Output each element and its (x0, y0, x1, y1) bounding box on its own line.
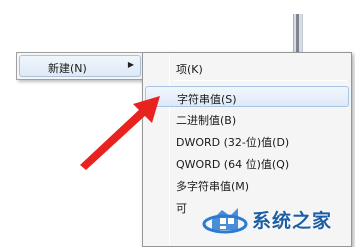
annotation-arrow-shaft (80, 108, 147, 170)
watermark: 系统之家 (196, 196, 355, 247)
watermark-text: 系统之家 (252, 210, 333, 232)
watermark-logo-icon (202, 208, 248, 234)
